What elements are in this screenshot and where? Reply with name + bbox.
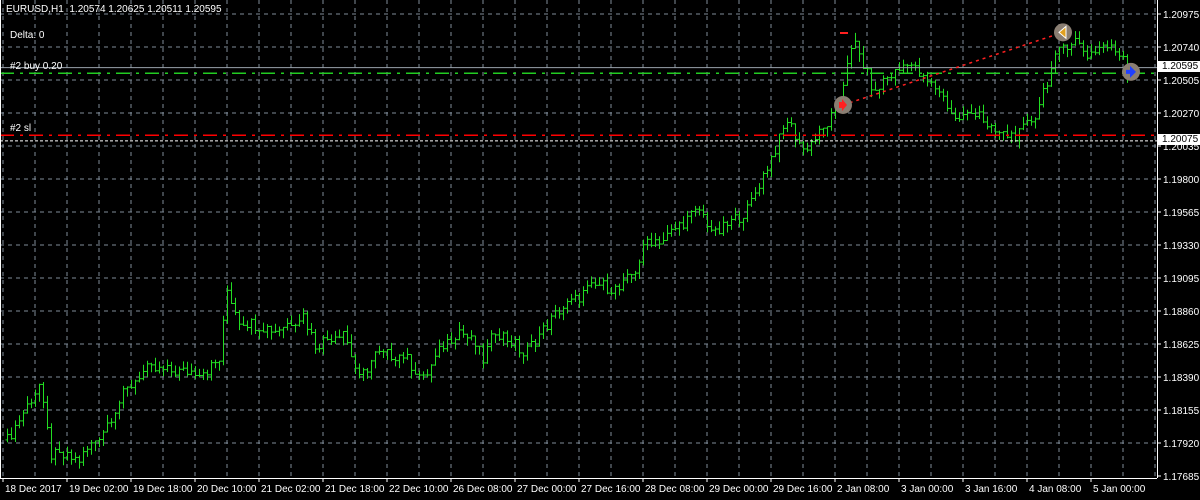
symbol-label: EURUSD,H1 [6,4,64,15]
y-tick-label: 1.19095 [1163,274,1200,285]
trade-path-line [842,31,1064,106]
buy-order-label[interactable]: #2 buy 0.20 [10,61,62,72]
x-tick-label: 3 Jan 00:00 [901,484,954,495]
y-tick-label: 1.18625 [1163,340,1200,351]
x-tick-label: 27 Dec 00:00 [517,484,577,495]
y-tick-label: 1.19565 [1163,208,1200,219]
y-tick-label: 1.19800 [1163,175,1200,186]
x-tick-label: 29 Dec 00:00 [709,484,769,495]
x-tick-label: 29 Dec 16:00 [773,484,833,495]
symbol-info: EURUSD,H1 1.20574 1.20625 1.20511 1.2059… [6,4,222,15]
y-tick-label: 1.17920 [1163,439,1200,450]
x-tick-label: 26 Dec 08:00 [453,484,513,495]
axes: 1.209751.207401.205051.202701.200351.198… [0,0,1200,495]
x-tick-label: 22 Dec 10:00 [389,484,449,495]
x-tick-label: 3 Jan 16:00 [965,484,1018,495]
x-tick-label: 19 Dec 18:00 [133,484,193,495]
y-tick-label: 1.19330 [1163,241,1200,252]
x-tick-label: 4 Jan 08:00 [1029,484,1082,495]
y-tick-label: 1.20975 [1163,10,1200,21]
sl-price-badge: 1.20075 [1158,134,1200,145]
x-tick-label: 2 Jan 08:00 [837,484,890,495]
x-tick-label: 21 Dec 18:00 [325,484,385,495]
x-tick-label: 20 Dec 10:00 [197,484,257,495]
x-tick-label: 21 Dec 02:00 [261,484,321,495]
ohlc-values: 1.20574 1.20625 1.20511 1.20595 [69,4,222,15]
y-tick-label: 1.20740 [1163,43,1200,54]
grid [0,0,1157,478]
price-chart[interactable]: 1.209751.207401.205051.202701.200351.198… [0,0,1200,500]
x-tick-label: 19 Dec 02:00 [69,484,129,495]
stop-loss-label[interactable]: #2 sl [10,123,31,134]
y-tick-label: 1.17685 [1163,472,1200,483]
x-tick-label: 27 Dec 16:00 [581,484,641,495]
ohlc-bars [5,31,1130,469]
current-price-badge: 1.20595 [1158,61,1200,72]
y-tick-label: 1.18390 [1163,373,1200,384]
x-tick-label: 28 Dec 08:00 [645,484,705,495]
y-tick-label: 1.18860 [1163,307,1200,318]
y-tick-label: 1.20505 [1163,76,1200,87]
y-tick-label: 1.20270 [1163,109,1200,120]
y-tick-label: 1.18155 [1163,406,1200,417]
delta-label: Delta: 0 [10,30,45,41]
x-tick-label: 18 Dec 2017 [5,484,62,495]
x-tick-label: 5 Jan 00:00 [1093,484,1146,495]
